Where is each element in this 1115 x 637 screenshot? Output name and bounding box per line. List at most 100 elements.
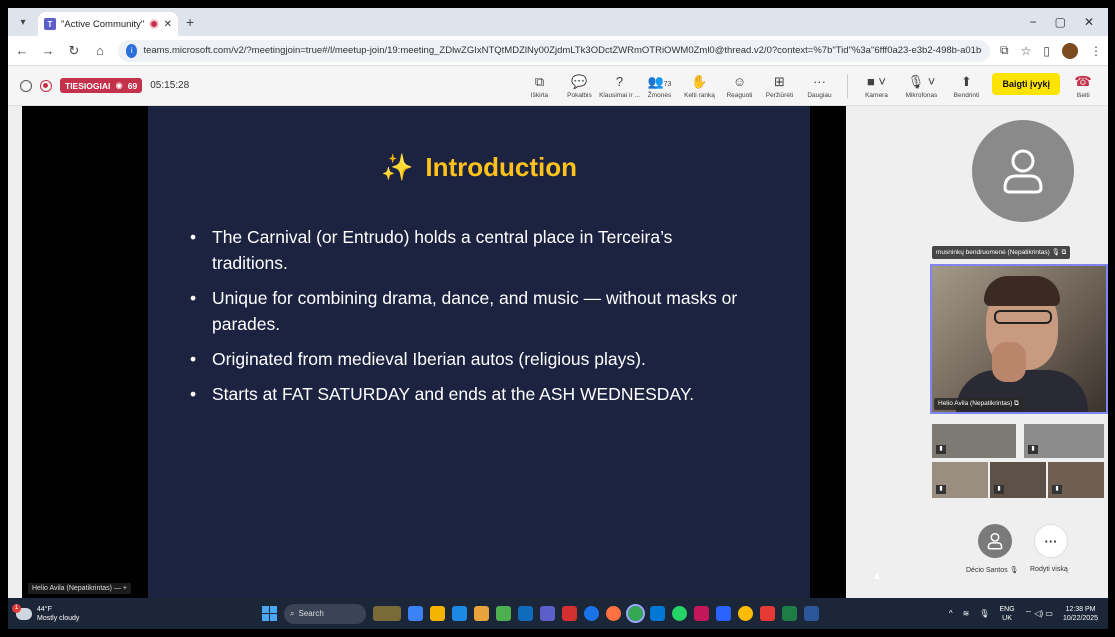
site-info-icon[interactable]: i	[126, 43, 138, 58]
app-icon[interactable]	[694, 606, 709, 621]
tool-label: Iškirta	[530, 91, 549, 99]
tray-app-icon[interactable]: ≋	[963, 609, 970, 618]
active-speaker-video[interactable]: Helio Avila (Nepatikrintas) ⧉	[930, 264, 1108, 414]
teams-icon: T	[44, 18, 56, 30]
speaker-name-tag: Helio Avila (Nepatikrintas) ⧉	[934, 398, 1023, 410]
close-tab-icon[interactable]: ✕	[164, 19, 172, 30]
install-app-icon[interactable]: ⧉	[1000, 43, 1009, 58]
participant-avatar-small[interactable]	[978, 524, 1012, 558]
mouse-cursor-icon: ▲	[872, 571, 882, 582]
bullet-item: The Carnival (or Entrudo) holds a centra…	[190, 224, 750, 276]
tool-react[interactable]: ☺ Reaguoti	[719, 74, 759, 99]
photos-icon[interactable]	[716, 606, 731, 621]
mic-icon: ▮	[994, 485, 1004, 494]
teams-app-icon[interactable]	[540, 606, 555, 621]
hangup-icon: ☎	[1074, 72, 1092, 89]
tool-people[interactable]: 👥73 Žmonės	[639, 74, 679, 99]
tool-label: Pokalbis	[567, 91, 592, 99]
new-tab-button[interactable]: +	[186, 14, 194, 30]
camera-icon: ■ ˅	[866, 73, 886, 89]
participant-avatar[interactable]	[972, 120, 1074, 222]
excel-icon[interactable]	[782, 606, 797, 621]
shared-screen[interactable]: ✨ Introduction The Carnival (or Entrudo)…	[22, 106, 882, 598]
app-icon[interactable]	[474, 606, 489, 621]
participant-thumb[interactable]: ▮	[990, 462, 1046, 498]
weather-widget[interactable]: 44°F Mostly cloudy	[12, 603, 166, 623]
tab-search-icon[interactable]: ▾	[12, 11, 34, 33]
mic-button[interactable]: 🎙 ˅ Mikrofonas	[896, 74, 946, 99]
browser-tab[interactable]: T "Active Community" - Shar ✕	[38, 12, 178, 36]
participant-thumb[interactable]: ▮	[1048, 462, 1104, 498]
mic-icon: ▮	[936, 485, 946, 494]
chrome-icon[interactable]	[626, 604, 645, 623]
chrome-alt-icon[interactable]	[738, 606, 753, 621]
settings-icon[interactable]	[650, 606, 665, 621]
tool-chat[interactable]: 💬 Pokalbis	[559, 74, 599, 99]
person-icon	[1003, 149, 1043, 194]
tab-title: "Active Community" - Shar	[61, 18, 144, 30]
mic-tray-icon[interactable]: 🎙	[979, 609, 989, 618]
outlook-icon[interactable]	[518, 606, 533, 621]
language-indicator[interactable]: ENG UK	[999, 605, 1014, 623]
hand-icon: ✋	[691, 73, 708, 89]
end-event-button[interactable]: Baigti įvykį	[992, 72, 1060, 95]
forward-icon[interactable]: →	[40, 43, 56, 58]
view-grid-icon: ⊞	[774, 73, 785, 89]
leave-button[interactable]: ☎ Išeiti	[1070, 72, 1096, 99]
widgets-icon[interactable]	[373, 606, 401, 621]
app-icon[interactable]	[496, 606, 511, 621]
back-icon[interactable]: ←	[14, 43, 30, 58]
participant-thumb[interactable]: ▮	[1024, 424, 1104, 458]
chat-icon: 💬	[571, 73, 588, 89]
tool-view[interactable]: ⊞ Peržiūrėti	[759, 74, 799, 99]
browser-menu-icon[interactable]: ⋮	[1090, 44, 1102, 58]
meeting-timer: 05:15:28	[150, 80, 190, 91]
participant-thumb[interactable]: ▮	[932, 462, 988, 498]
app-icon[interactable]	[452, 606, 467, 621]
close-window-button[interactable]: ✕	[1084, 15, 1094, 29]
app-icon[interactable]	[562, 606, 577, 621]
status-ring-icon	[20, 79, 32, 92]
wifi-volume-battery-icons[interactable]: ⌔ ◁) ▭	[1025, 609, 1053, 619]
tool-qa[interactable]: ? Klausimai ir ...	[599, 73, 640, 99]
windows-start-icon[interactable]	[262, 606, 277, 621]
camera-button[interactable]: ■ ˅ Kamera	[856, 74, 896, 99]
share-icon: ⬆	[961, 73, 972, 89]
sidebar-icon[interactable]: ▯	[1043, 44, 1050, 58]
share-button[interactable]: ⬆ Bendrinti	[946, 74, 986, 99]
restore-button[interactable]: ▢	[1055, 15, 1066, 29]
task-view-icon[interactable]	[408, 606, 423, 621]
acrobat-icon[interactable]	[760, 606, 775, 621]
bookmark-star-icon[interactable]: ☆	[1021, 44, 1032, 58]
people-icon: 👥73	[647, 73, 672, 89]
taskbar-search[interactable]: ⌕ Search	[284, 603, 366, 624]
word-icon[interactable]	[804, 606, 819, 621]
firefox-icon[interactable]	[606, 606, 621, 621]
edge-icon[interactable]	[584, 606, 599, 621]
reload-icon[interactable]: ↻	[66, 43, 82, 59]
browser-window: ▾ T "Active Community" - Shar ✕ + − ▢ ✕ …	[8, 8, 1108, 629]
leave-label: Išeiti	[1076, 91, 1090, 99]
tool-popout[interactable]: ⧉ Iškirta	[519, 74, 559, 99]
show-all-button[interactable]: ···	[1034, 524, 1068, 558]
minimize-button[interactable]: −	[1030, 15, 1037, 29]
participant-thumb[interactable]: ▮	[932, 424, 1016, 458]
tool-more[interactable]: ··· Daugiau	[799, 74, 839, 99]
address-bar[interactable]: i teams.microsoft.com/v2/?meetingjoin=tr…	[118, 39, 991, 62]
file-explorer-icon[interactable]	[430, 606, 445, 621]
whatsapp-icon[interactable]	[672, 606, 687, 621]
recording-icon	[148, 19, 159, 29]
clock[interactable]: 12:38 PM 10/22/2025	[1063, 605, 1098, 623]
home-icon[interactable]: ⌂	[92, 43, 108, 58]
presenter-name-tag: Helio Avila (Nepatikrintas) — +	[28, 583, 131, 594]
tool-raise-hand[interactable]: ✋ Kelti ranką	[679, 74, 719, 99]
qa-icon: ?	[615, 73, 624, 89]
tool-label: Kelti ranką	[684, 91, 715, 99]
tool-label: Reaguoti	[726, 91, 753, 99]
more-icon: ···	[812, 73, 826, 89]
tray-chevron-icon[interactable]: ^	[949, 609, 953, 618]
camera-label: Kamera	[865, 91, 888, 99]
profile-avatar[interactable]	[1062, 42, 1078, 59]
address-bar-row: ← → ↻ ⌂ i teams.microsoft.com/v2/?meetin…	[8, 36, 1108, 66]
react-icon: ☺	[732, 73, 747, 89]
